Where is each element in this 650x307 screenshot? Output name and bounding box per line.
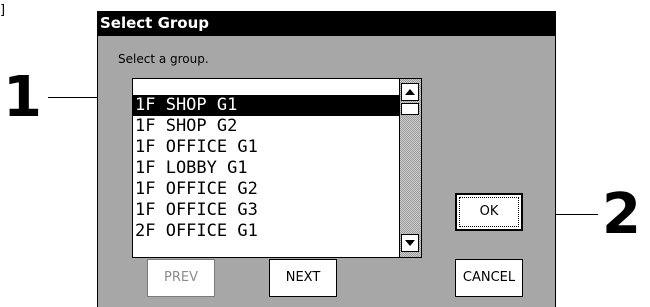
scroll-down-button[interactable]: [401, 234, 419, 252]
group-listbox[interactable]: 1F SHOP G1 1F SHOP G2 1F OFFICE G1 1F LO…: [132, 78, 422, 258]
list-item[interactable]: 1F LOBBY G1: [133, 158, 400, 179]
list-item[interactable]: 2F OFFICE G1: [133, 221, 400, 242]
ok-button[interactable]: OK: [455, 193, 523, 231]
list-item[interactable]: 1F OFFICE G3: [133, 200, 400, 221]
cancel-button[interactable]: CANCEL: [455, 259, 523, 297]
prev-button[interactable]: PREV: [147, 259, 215, 297]
list-scrollbar[interactable]: [399, 79, 421, 257]
next-button[interactable]: NEXT: [269, 259, 337, 297]
dialog-prompt: Select a group.: [118, 52, 209, 66]
callout-number-1: 1: [3, 65, 42, 130]
corner-bracket-mark: ]: [0, 3, 6, 18]
triangle-down-icon: [405, 240, 415, 246]
list-item[interactable]: 1F OFFICE G1: [133, 137, 400, 158]
scroll-up-button[interactable]: [401, 83, 419, 101]
ok-button-label: OK: [459, 197, 519, 227]
select-group-dialog: Select Group Select a group. 1F SHOP G1 …: [97, 11, 556, 307]
list-item-selected[interactable]: 1F SHOP G1: [133, 95, 400, 116]
scroll-thumb[interactable]: [401, 103, 419, 115]
list-item[interactable]: 1F SHOP G2: [133, 116, 400, 137]
dialog-title: Select Group: [98, 11, 555, 36]
callout-number-2: 2: [602, 182, 641, 247]
list-item[interactable]: 1F OFFICE G2: [133, 179, 400, 200]
triangle-up-icon: [405, 89, 415, 95]
